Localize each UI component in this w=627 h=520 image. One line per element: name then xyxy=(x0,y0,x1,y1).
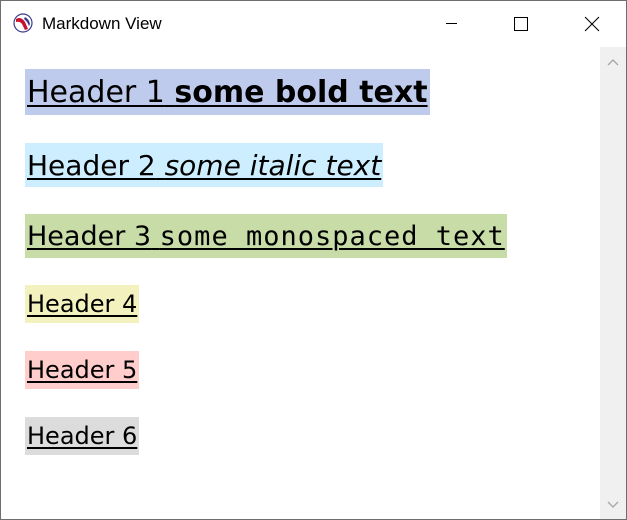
italic-text: some italic text xyxy=(164,149,382,182)
title-bar[interactable]: Markdown View xyxy=(1,1,626,46)
window-title: Markdown View xyxy=(42,14,162,33)
maximize-icon xyxy=(514,17,528,31)
scroll-down-button[interactable] xyxy=(600,491,626,517)
close-button[interactable] xyxy=(556,1,626,46)
heading-2: Header 2 some italic text xyxy=(25,143,384,187)
heading-4: Header 4 xyxy=(25,285,140,323)
heading-1-label: Header 1 xyxy=(27,75,165,110)
heading-5: Header 5 xyxy=(25,351,140,389)
chevron-up-icon xyxy=(607,59,619,66)
bold-text: some bold text xyxy=(174,75,428,110)
heading-6-label: Header 6 xyxy=(27,422,138,450)
minimize-button[interactable] xyxy=(416,1,486,46)
scroll-up-button[interactable] xyxy=(600,49,626,75)
vertical-scrollbar[interactable] xyxy=(600,47,626,519)
heading-3-label: Header 3 xyxy=(27,221,152,252)
heading-4-label: Header 4 xyxy=(27,290,138,318)
monospaced-text: some monospaced text xyxy=(159,221,505,252)
heading-1: Header 1 some bold text xyxy=(25,69,430,115)
markdown-view-window: Markdown View Header 1 some bold text He… xyxy=(0,0,627,520)
chevron-down-icon xyxy=(607,501,619,508)
close-icon xyxy=(584,16,600,32)
heading-2-label: Header 2 xyxy=(27,149,156,182)
racket-logo-icon xyxy=(13,13,33,33)
maximize-button[interactable] xyxy=(486,1,556,46)
heading-6: Header 6 xyxy=(25,417,140,455)
heading-5-label: Header 5 xyxy=(27,356,138,384)
heading-3: Header 3 some monospaced text xyxy=(25,214,507,258)
minimize-icon xyxy=(446,23,457,24)
